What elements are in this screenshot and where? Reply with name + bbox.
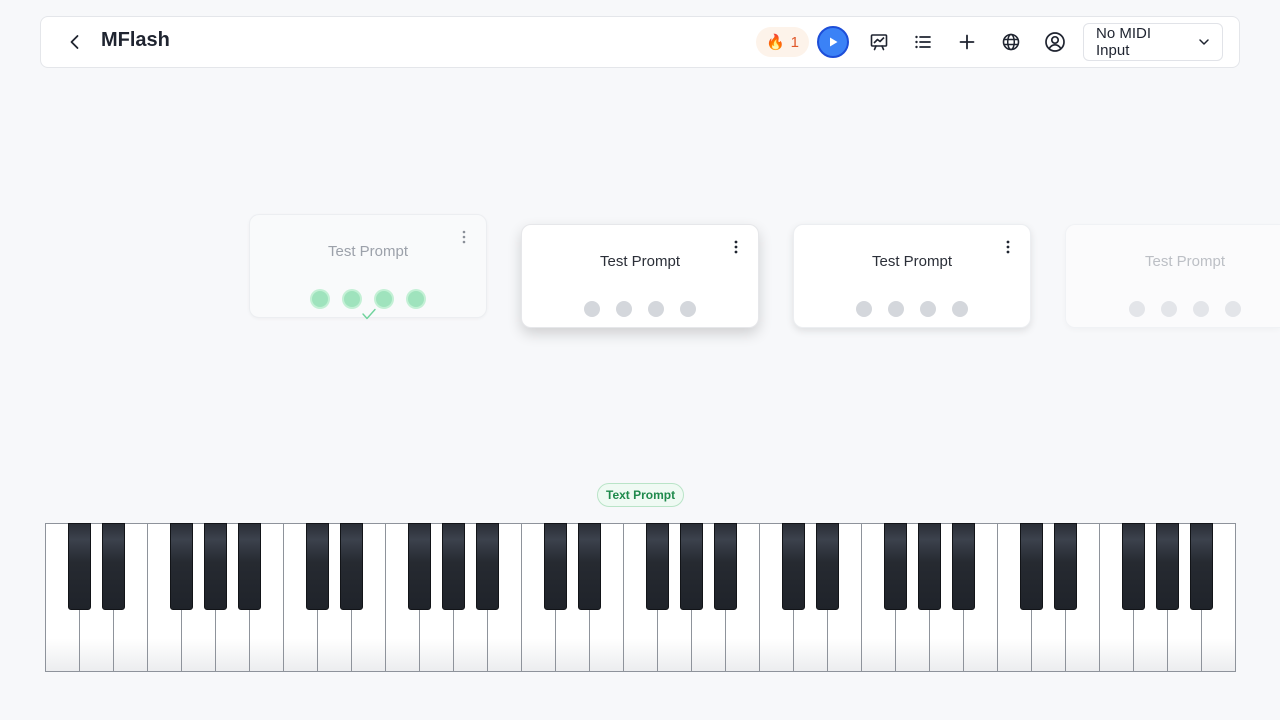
kebab-menu-icon[interactable] — [1000, 239, 1016, 255]
black-key[interactable] — [441, 523, 465, 610]
black-key[interactable] — [815, 523, 839, 610]
card-title: Test Prompt — [327, 243, 409, 260]
note-dot — [920, 301, 936, 317]
black-key[interactable] — [1053, 523, 1077, 610]
black-key[interactable] — [305, 523, 329, 610]
note-dot — [376, 291, 392, 307]
note-dot — [856, 301, 872, 317]
note-dot — [344, 291, 360, 307]
note-dot — [680, 301, 696, 317]
black-key[interactable] — [1121, 523, 1145, 610]
note-dot — [312, 291, 328, 307]
check-icon — [362, 308, 376, 320]
black-key[interactable] — [781, 523, 805, 610]
kebab-menu-icon[interactable] — [456, 229, 472, 245]
kebab-menu-icon[interactable] — [728, 239, 744, 255]
black-key[interactable] — [883, 523, 907, 610]
note-dot — [584, 301, 600, 317]
note-dots — [794, 301, 1030, 317]
black-key[interactable] — [577, 523, 601, 610]
app-header: MFlash 🔥 1 No MIDI Input — [40, 16, 1240, 68]
card-title: Test Prompt — [599, 253, 681, 270]
back-arrow-icon — [70, 35, 79, 49]
black-key[interactable] — [339, 523, 363, 610]
note-dots — [1066, 301, 1280, 317]
note-dot — [408, 291, 424, 307]
card-title: Test Prompt — [1144, 253, 1226, 270]
black-key[interactable] — [1155, 523, 1179, 610]
back-button[interactable] — [63, 30, 87, 54]
midi-input-label: No MIDI Input — [1096, 25, 1152, 59]
text-prompt-badge: Text Prompt — [597, 483, 685, 507]
note-dots — [522, 301, 758, 317]
note-dot — [1129, 301, 1145, 317]
list-icon — [915, 35, 931, 49]
black-key[interactable] — [407, 523, 431, 610]
flash-card[interactable]: Test Prompt — [793, 224, 1031, 328]
black-key[interactable] — [951, 523, 975, 610]
note-dot — [648, 301, 664, 317]
note-dot — [616, 301, 632, 317]
black-key[interactable] — [237, 523, 261, 610]
note-dot — [1225, 301, 1241, 317]
note-dot — [1161, 301, 1177, 317]
add-button[interactable] — [945, 24, 989, 60]
list-button[interactable] — [901, 24, 945, 60]
flash-card[interactable]: Test Prompt — [521, 224, 759, 328]
user-circle-icon — [1045, 32, 1065, 52]
black-key[interactable] — [67, 523, 91, 610]
flame-icon: 🔥 — [765, 34, 785, 51]
black-key[interactable] — [713, 523, 737, 610]
toolbar: 🔥 1 No MIDI Input — [755, 23, 1223, 61]
play-button[interactable] — [817, 26, 849, 58]
black-key[interactable] — [101, 523, 125, 610]
black-key[interactable] — [203, 523, 227, 610]
globe-icon — [1002, 33, 1020, 51]
note-dot — [1193, 301, 1209, 317]
plus-icon — [959, 34, 975, 50]
account-button[interactable] — [1033, 24, 1077, 60]
card-title: Test Prompt — [871, 253, 953, 270]
black-key[interactable] — [543, 523, 567, 610]
app-title: MFlash — [101, 29, 170, 51]
streak-badge: 🔥 1 — [755, 27, 809, 57]
black-key[interactable] — [679, 523, 703, 610]
piano-keyboard — [45, 523, 1236, 672]
chart-icon — [870, 34, 888, 51]
note-dots — [250, 291, 486, 307]
midi-input-select[interactable]: No MIDI Input — [1083, 23, 1223, 61]
black-key[interactable] — [475, 523, 499, 610]
black-key[interactable] — [169, 523, 193, 610]
note-dot — [888, 301, 904, 317]
note-dot — [952, 301, 968, 317]
streak-count: 1 — [790, 33, 799, 51]
chevron-down-icon — [1199, 39, 1209, 45]
flash-card[interactable]: Test Prompt — [1065, 224, 1280, 328]
play-icon — [830, 37, 838, 47]
black-key[interactable] — [917, 523, 941, 610]
flash-card[interactable]: Test Prompt — [249, 214, 487, 320]
black-key[interactable] — [1189, 523, 1213, 610]
black-key[interactable] — [1019, 523, 1043, 610]
black-key[interactable] — [645, 523, 669, 610]
language-button[interactable] — [989, 24, 1033, 60]
stats-button[interactable] — [857, 24, 901, 60]
